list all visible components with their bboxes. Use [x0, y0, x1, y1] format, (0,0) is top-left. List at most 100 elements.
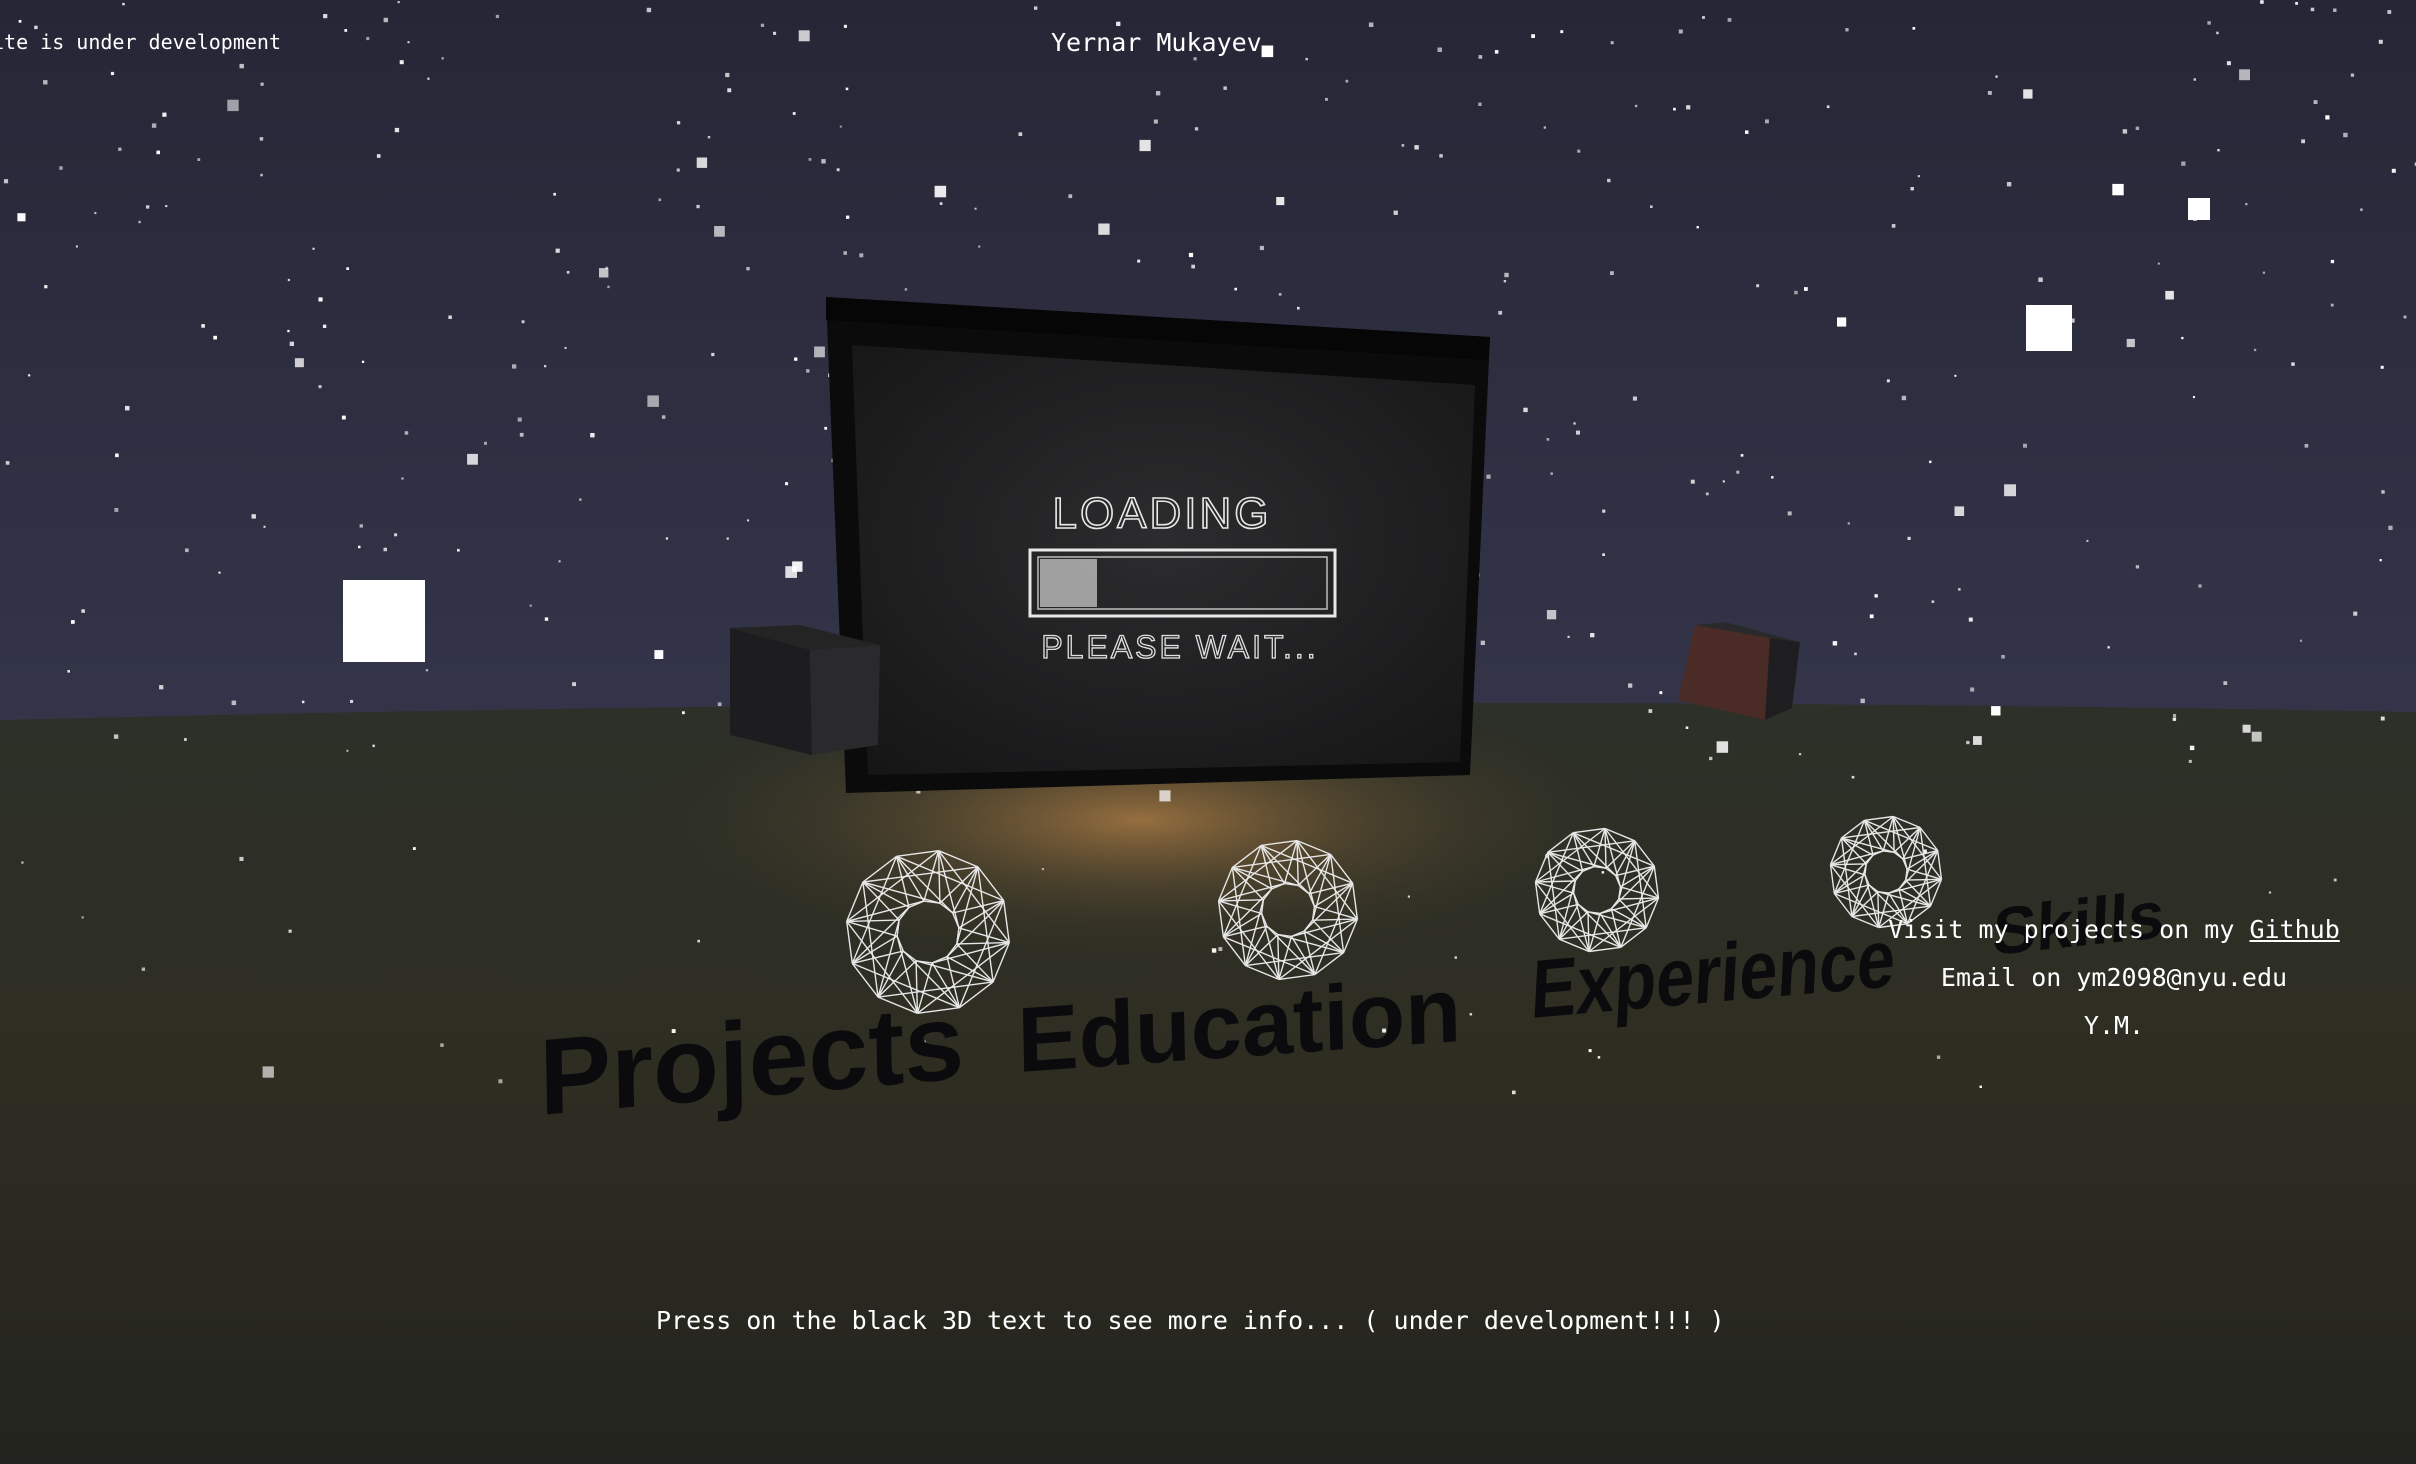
star [1278, 293, 1282, 296]
star [2038, 277, 2043, 282]
star [2295, 2, 2298, 5]
star [824, 426, 828, 430]
star [2378, 39, 2383, 44]
star [1305, 57, 1308, 61]
star [448, 315, 452, 319]
star [1745, 130, 1749, 134]
star [1727, 18, 1732, 22]
star [564, 346, 567, 349]
star [1368, 22, 1374, 27]
star [1912, 27, 1916, 30]
star [846, 215, 850, 219]
star [383, 547, 387, 552]
star [361, 360, 365, 363]
star [2216, 31, 2219, 35]
star [341, 415, 346, 420]
star [517, 417, 522, 422]
star [394, 533, 398, 537]
star [1414, 145, 1419, 150]
star [2226, 61, 2231, 66]
star [312, 247, 315, 250]
star [239, 63, 244, 69]
star [1696, 226, 1699, 229]
star [1702, 16, 1705, 19]
loading-blackboard: LOADING PLEASE WAIT... [826, 297, 1490, 793]
star [2193, 78, 2196, 81]
star [1987, 91, 1992, 95]
star [1512, 1090, 1516, 1095]
star [2330, 303, 2334, 307]
star [1523, 407, 1528, 413]
star [1901, 395, 1907, 401]
star [288, 929, 292, 933]
star [1634, 104, 1638, 108]
star [18, 20, 22, 23]
star [1632, 396, 1637, 401]
star [521, 320, 525, 324]
star [1968, 617, 1973, 622]
floating-square [2026, 305, 2072, 351]
star [798, 30, 810, 42]
star [1567, 635, 1570, 638]
star [1345, 79, 1349, 83]
star [1261, 45, 1274, 58]
star [2023, 89, 2033, 99]
star [1771, 476, 1774, 479]
star [2379, 559, 2382, 562]
star [1602, 553, 1605, 556]
star [1917, 175, 1920, 178]
star [440, 1043, 444, 1047]
star [2353, 611, 2358, 616]
3d-scene[interactable]: LOADING PLEASE WAIT... Projects Educatio… [0, 0, 2416, 1464]
star [441, 57, 444, 60]
github-link[interactable]: Github [2249, 915, 2339, 944]
star [1494, 50, 1499, 54]
star [978, 245, 981, 248]
star [115, 453, 119, 458]
star [1966, 740, 1970, 745]
star [287, 278, 290, 282]
star [934, 185, 947, 198]
star [1891, 224, 1896, 228]
star [1478, 55, 1483, 59]
star [1194, 127, 1199, 131]
star [647, 395, 659, 407]
star [1478, 102, 1482, 106]
site-name: Yernar Mukayev [1051, 28, 1262, 57]
star [376, 154, 381, 158]
star [1659, 691, 1663, 695]
please-wait-label: PLEASE WAIT... [1041, 629, 1318, 665]
star [1469, 1013, 1473, 1016]
star [1690, 479, 1695, 484]
star [599, 268, 609, 278]
star [1590, 633, 1595, 638]
star [350, 699, 354, 703]
star [1576, 430, 1580, 435]
star [1678, 29, 1683, 34]
star [1936, 1055, 1941, 1059]
star [1970, 687, 1975, 692]
star [301, 700, 305, 704]
star [1979, 1085, 1982, 1088]
star [1550, 472, 1553, 475]
star [2192, 396, 2195, 399]
star [1259, 245, 1264, 251]
star [676, 121, 681, 125]
star [1546, 610, 1557, 620]
star [1874, 594, 1878, 598]
star [1504, 272, 1509, 278]
star [590, 433, 595, 438]
star [836, 168, 840, 172]
star [785, 566, 797, 578]
star [843, 24, 847, 28]
star [1098, 223, 1110, 235]
star [1498, 310, 1503, 315]
star [2107, 646, 2110, 649]
star [529, 604, 532, 607]
star [2242, 724, 2251, 733]
star [1439, 154, 1443, 158]
star [2380, 716, 2385, 721]
star [1602, 509, 1606, 513]
star [81, 609, 85, 613]
email-line: Email on ym2098@nyu.edu [1940, 963, 2288, 992]
